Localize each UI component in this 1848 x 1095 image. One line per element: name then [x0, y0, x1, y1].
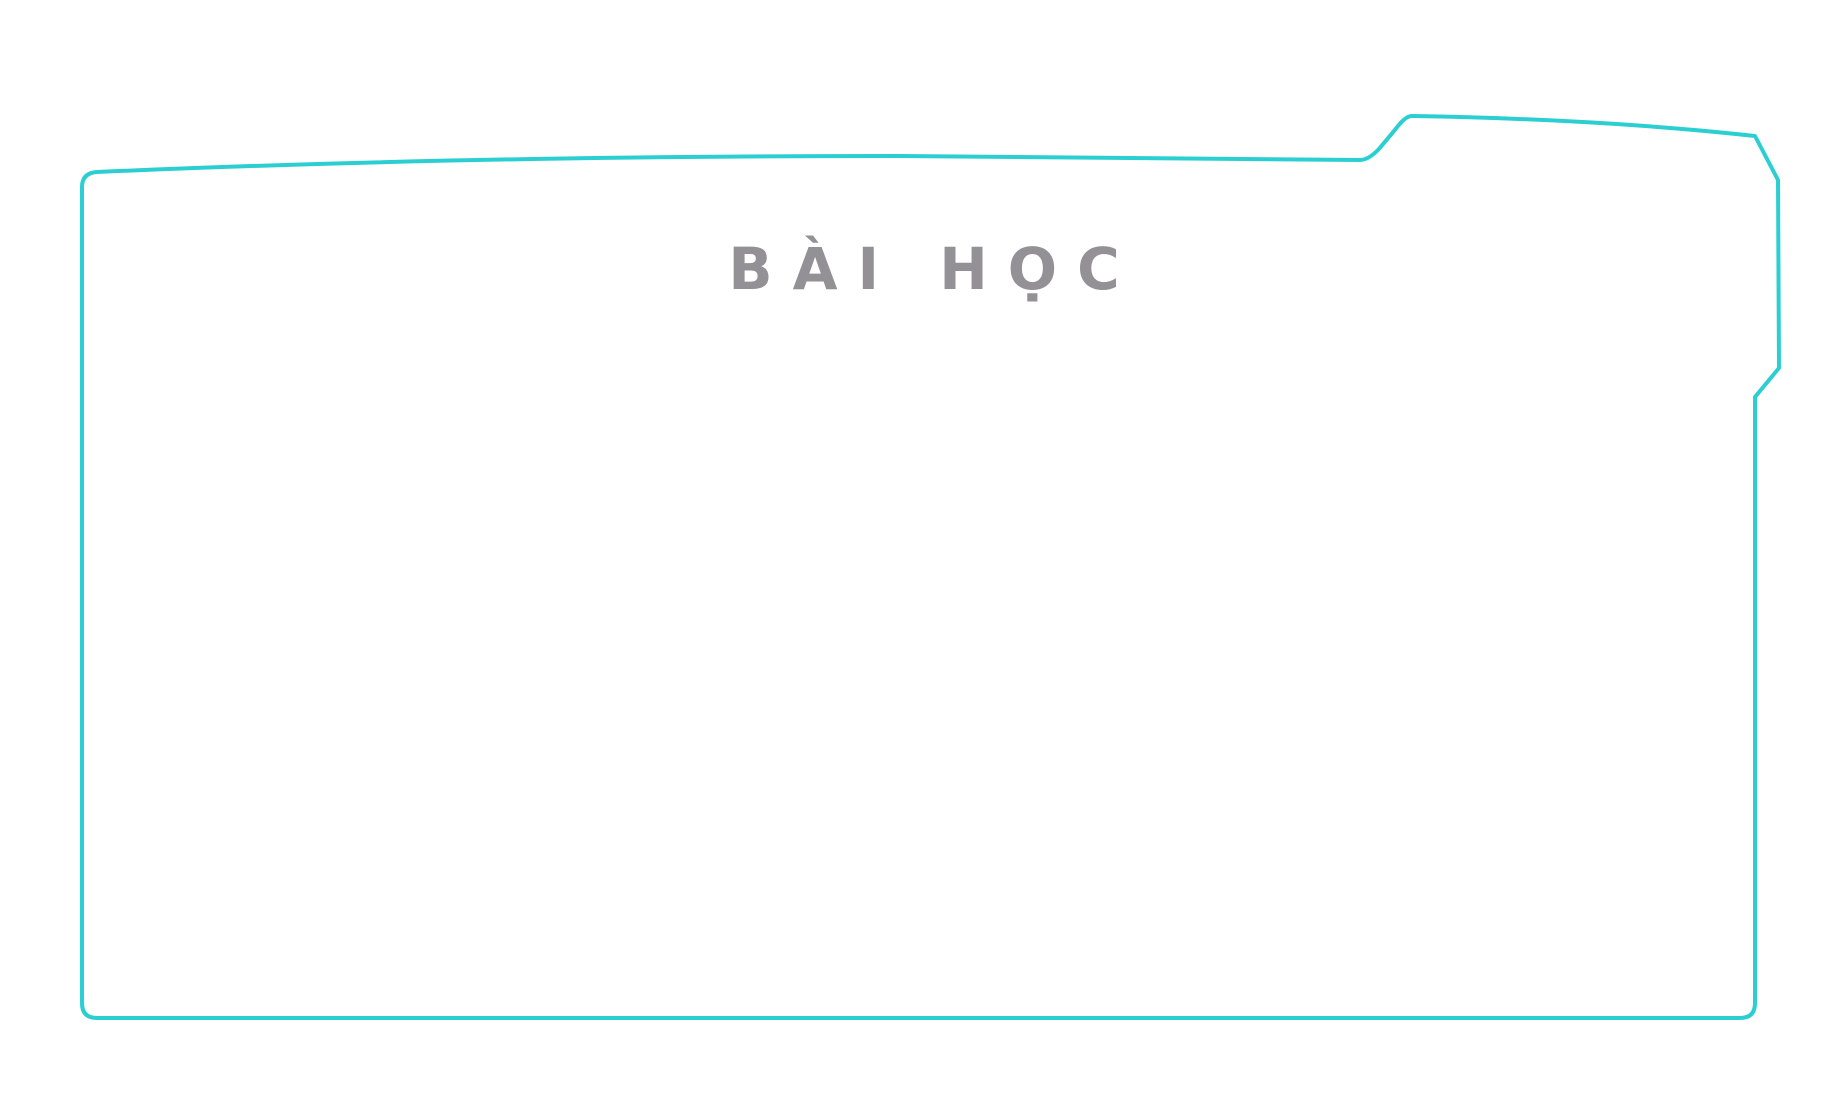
page-title: BÀI HỌC	[728, 235, 1140, 303]
canvas: BÀI HỌC	[0, 0, 1848, 1095]
folder-frame	[80, 114, 1781, 1020]
